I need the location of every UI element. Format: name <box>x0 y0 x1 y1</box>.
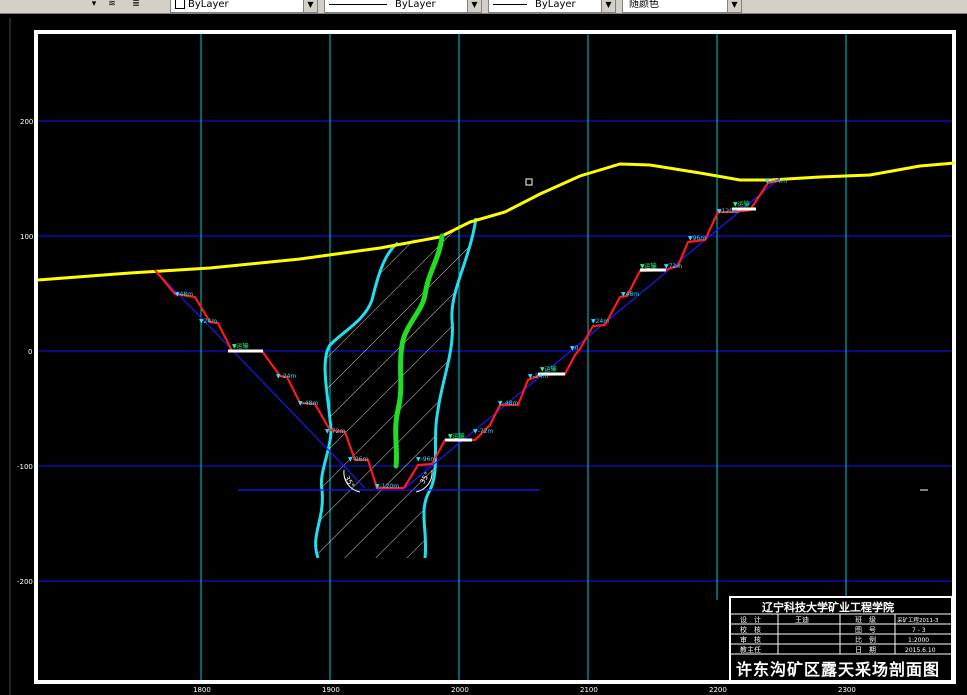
color-dropdown[interactable]: ByLayer ▼ <box>170 0 318 13</box>
y-tick-label: 100 <box>20 233 33 241</box>
layer-previous-icon[interactable]: ≋ <box>104 0 120 11</box>
bench-label: ▼运输 <box>733 200 750 208</box>
y-tick-label: 0 <box>28 348 32 356</box>
chevron-down-icon: ▼ <box>467 0 481 12</box>
bench-label: ▼-96m <box>348 456 368 463</box>
title-block-key: 设 计 <box>740 615 761 624</box>
y-tick-label: 200 <box>20 118 33 126</box>
bench-label: ▼-72m <box>473 428 493 435</box>
lineweight-dropdown-value: ByLayer <box>535 0 576 10</box>
layer-manager-icon[interactable]: ≣ <box>128 0 144 11</box>
title-block-value: 2015.6.10 <box>905 647 936 654</box>
x-tick-label: 2000 <box>451 686 469 694</box>
chevron-down-icon: ▼ <box>601 0 615 12</box>
bench-label: ▼48m <box>621 291 639 298</box>
bench-label: ▼-48m <box>298 400 318 407</box>
bench-label: ▼-120m <box>375 483 399 490</box>
x-tick-label: 1800 <box>193 686 211 694</box>
title-block-key: 图 号 <box>855 626 876 634</box>
y-tick-label: -100 <box>17 463 33 471</box>
plot-style-dropdown-value: 随颜色 <box>629 0 659 10</box>
title-block-key: 日 期 <box>855 646 876 654</box>
bench-label: ▼运输 <box>540 365 557 373</box>
bench-label: ▼-24m <box>276 373 296 380</box>
title-block-key: 审 核 <box>740 635 761 644</box>
bench-label: ▼48m <box>175 291 193 298</box>
x-tick-label: 1900 <box>322 686 340 694</box>
color-dropdown-value: ByLayer <box>188 0 229 10</box>
title-block-value: 1:2000 <box>908 637 929 644</box>
plot-style-dropdown[interactable]: 随颜色 ▼ <box>622 0 742 13</box>
linetype-dropdown[interactable]: ByLayer ▼ <box>324 0 482 13</box>
properties-toolbar: ▾ ≋ ≣ ByLayer ▼ ByLayer ▼ ByLayer ▼ 随颜色 … <box>0 0 967 14</box>
title-block-value: 采矿工程2011-3 <box>897 616 939 624</box>
lineweight-sample-icon <box>493 3 527 5</box>
bench-label: ▼-72m <box>325 428 345 435</box>
bench-label: ▼24m <box>199 318 217 325</box>
bench-label: ▼144m <box>765 178 787 185</box>
title-block-key: 班 级 <box>855 615 876 624</box>
title-block-value: 7 - 3 <box>912 627 926 634</box>
bench-label: ▼0 <box>570 345 579 352</box>
title-block-key: 校 核 <box>740 625 761 634</box>
bench-label: ▼-96m <box>416 456 436 463</box>
chevron-down-icon: ▼ <box>727 0 741 12</box>
bench-label: ▼-24m <box>528 373 548 380</box>
lineweight-dropdown[interactable]: ByLayer ▼ <box>488 0 616 13</box>
bench-label: ▼72m <box>664 263 682 270</box>
institution-name: 辽宁科技大学矿业工程学院 <box>762 600 894 614</box>
model-space-background <box>0 14 967 695</box>
bench-label: ▼-48m <box>498 400 518 407</box>
y-tick-label: -200 <box>17 578 33 586</box>
color-swatch-icon <box>175 0 185 9</box>
title-block-key: 教主任 <box>740 645 761 654</box>
title-block-value: 王迪 <box>795 615 809 624</box>
bench-label: ▼96m <box>688 235 706 242</box>
linetype-dropdown-value: ByLayer <box>395 0 436 10</box>
linetype-sample-icon <box>329 3 387 5</box>
x-tick-label: 2100 <box>580 686 598 694</box>
title-block-key: 比 例 <box>855 635 876 644</box>
layer-states-icon[interactable]: ▾ <box>86 0 102 11</box>
x-tick-label: 2300 <box>838 686 856 694</box>
bench-label: ▼24m <box>591 318 609 325</box>
chevron-down-icon: ▼ <box>303 0 317 12</box>
drawing-title: 许东沟矿区露天采场剖面图 <box>736 660 940 679</box>
bench-label: ▼运输 <box>640 262 657 270</box>
bench-label: ▼运输 <box>232 342 249 350</box>
bench-label: ▼120m <box>717 208 739 215</box>
drawing-canvas[interactable]: 200 100 0 -100 -200 1800 1900 2000 2100 … <box>0 14 967 695</box>
x-tick-label: 2200 <box>709 686 727 694</box>
title-block: 辽宁科技大学矿业工程学院 设 计 王迪 班 级 采矿工程2011-3 校 核 图… <box>729 596 953 682</box>
bench-label: ▼运输 <box>448 432 465 440</box>
